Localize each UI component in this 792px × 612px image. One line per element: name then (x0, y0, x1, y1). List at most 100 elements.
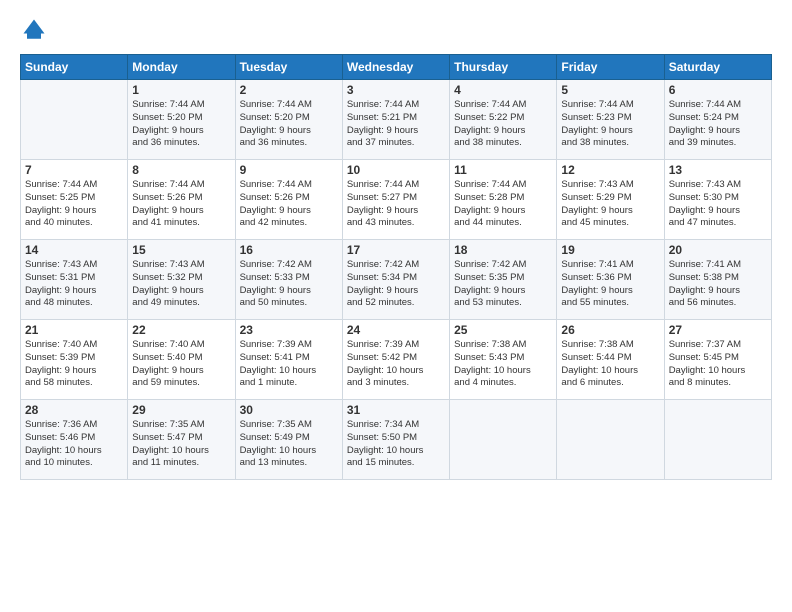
day-number: 8 (132, 163, 230, 177)
calendar-cell: 22 Sunrise: 7:40 AM Sunset: 5:40 PM Dayli… (128, 320, 235, 400)
day-number: 27 (669, 323, 767, 337)
day-number: 19 (561, 243, 659, 257)
header-day-friday: Friday (557, 55, 664, 80)
day-info: Sunrise: 7:44 AM Sunset: 5:28 PM Dayligh… (454, 179, 552, 230)
day-number: 11 (454, 163, 552, 177)
day-number: 25 (454, 323, 552, 337)
calendar-cell: 15 Sunrise: 7:43 AM Sunset: 5:32 PM Dayli… (128, 240, 235, 320)
calendar-cell: 20 Sunrise: 7:41 AM Sunset: 5:38 PM Dayli… (664, 240, 771, 320)
calendar-table: SundayMondayTuesdayWednesdayThursdayFrid… (20, 54, 772, 480)
header-day-saturday: Saturday (664, 55, 771, 80)
day-number: 30 (240, 403, 338, 417)
week-row-2: 7 Sunrise: 7:44 AM Sunset: 5:25 PM Daylig… (21, 160, 772, 240)
calendar-cell: 4 Sunrise: 7:44 AM Sunset: 5:22 PM Daylig… (450, 80, 557, 160)
logo (20, 16, 52, 44)
day-number: 3 (347, 83, 445, 97)
calendar-cell: 2 Sunrise: 7:44 AM Sunset: 5:20 PM Daylig… (235, 80, 342, 160)
day-info: Sunrise: 7:44 AM Sunset: 5:21 PM Dayligh… (347, 99, 445, 150)
day-number: 4 (454, 83, 552, 97)
logo-icon (20, 16, 48, 44)
day-number: 28 (25, 403, 123, 417)
header-row: SundayMondayTuesdayWednesdayThursdayFrid… (21, 55, 772, 80)
header-day-tuesday: Tuesday (235, 55, 342, 80)
calendar-cell: 27 Sunrise: 7:37 AM Sunset: 5:45 PM Dayli… (664, 320, 771, 400)
day-number: 20 (669, 243, 767, 257)
day-number: 13 (669, 163, 767, 177)
day-info: Sunrise: 7:41 AM Sunset: 5:36 PM Dayligh… (561, 259, 659, 310)
calendar-cell: 5 Sunrise: 7:44 AM Sunset: 5:23 PM Daylig… (557, 80, 664, 160)
calendar-cell: 8 Sunrise: 7:44 AM Sunset: 5:26 PM Daylig… (128, 160, 235, 240)
day-info: Sunrise: 7:44 AM Sunset: 5:20 PM Dayligh… (240, 99, 338, 150)
day-info: Sunrise: 7:43 AM Sunset: 5:31 PM Dayligh… (25, 259, 123, 310)
calendar-cell: 19 Sunrise: 7:41 AM Sunset: 5:36 PM Dayli… (557, 240, 664, 320)
day-number: 7 (25, 163, 123, 177)
calendar-cell: 23 Sunrise: 7:39 AM Sunset: 5:41 PM Dayli… (235, 320, 342, 400)
day-info: Sunrise: 7:43 AM Sunset: 5:32 PM Dayligh… (132, 259, 230, 310)
day-info: Sunrise: 7:44 AM Sunset: 5:27 PM Dayligh… (347, 179, 445, 230)
calendar-cell: 17 Sunrise: 7:42 AM Sunset: 5:34 PM Dayli… (342, 240, 449, 320)
calendar-cell: 3 Sunrise: 7:44 AM Sunset: 5:21 PM Daylig… (342, 80, 449, 160)
week-row-4: 21 Sunrise: 7:40 AM Sunset: 5:39 PM Dayli… (21, 320, 772, 400)
header-day-sunday: Sunday (21, 55, 128, 80)
day-info: Sunrise: 7:42 AM Sunset: 5:34 PM Dayligh… (347, 259, 445, 310)
calendar-cell: 30 Sunrise: 7:35 AM Sunset: 5:49 PM Dayli… (235, 400, 342, 480)
day-info: Sunrise: 7:39 AM Sunset: 5:41 PM Dayligh… (240, 339, 338, 390)
day-info: Sunrise: 7:44 AM Sunset: 5:23 PM Dayligh… (561, 99, 659, 150)
day-info: Sunrise: 7:44 AM Sunset: 5:24 PM Dayligh… (669, 99, 767, 150)
day-info: Sunrise: 7:44 AM Sunset: 5:25 PM Dayligh… (25, 179, 123, 230)
day-info: Sunrise: 7:42 AM Sunset: 5:35 PM Dayligh… (454, 259, 552, 310)
calendar-cell: 25 Sunrise: 7:38 AM Sunset: 5:43 PM Dayli… (450, 320, 557, 400)
day-info: Sunrise: 7:40 AM Sunset: 5:39 PM Dayligh… (25, 339, 123, 390)
day-info: Sunrise: 7:44 AM Sunset: 5:26 PM Dayligh… (240, 179, 338, 230)
day-info: Sunrise: 7:40 AM Sunset: 5:40 PM Dayligh… (132, 339, 230, 390)
day-number: 31 (347, 403, 445, 417)
calendar-cell: 21 Sunrise: 7:40 AM Sunset: 5:39 PM Dayli… (21, 320, 128, 400)
calendar-cell: 14 Sunrise: 7:43 AM Sunset: 5:31 PM Dayli… (21, 240, 128, 320)
day-info: Sunrise: 7:43 AM Sunset: 5:29 PM Dayligh… (561, 179, 659, 230)
day-info: Sunrise: 7:42 AM Sunset: 5:33 PM Dayligh… (240, 259, 338, 310)
day-number: 17 (347, 243, 445, 257)
calendar-cell: 6 Sunrise: 7:44 AM Sunset: 5:24 PM Daylig… (664, 80, 771, 160)
calendar-cell: 9 Sunrise: 7:44 AM Sunset: 5:26 PM Daylig… (235, 160, 342, 240)
day-number: 5 (561, 83, 659, 97)
day-info: Sunrise: 7:37 AM Sunset: 5:45 PM Dayligh… (669, 339, 767, 390)
calendar-cell: 16 Sunrise: 7:42 AM Sunset: 5:33 PM Dayli… (235, 240, 342, 320)
day-number: 14 (25, 243, 123, 257)
day-number: 2 (240, 83, 338, 97)
day-info: Sunrise: 7:44 AM Sunset: 5:20 PM Dayligh… (132, 99, 230, 150)
day-info: Sunrise: 7:38 AM Sunset: 5:43 PM Dayligh… (454, 339, 552, 390)
calendar-cell: 13Sunrise: 7:43 AM Sunset: 5:30 PM Dayli… (664, 160, 771, 240)
calendar-cell: 7 Sunrise: 7:44 AM Sunset: 5:25 PM Daylig… (21, 160, 128, 240)
calendar-cell (450, 400, 557, 480)
day-info: Sunrise: 7:35 AM Sunset: 5:47 PM Dayligh… (132, 419, 230, 470)
day-info: Sunrise: 7:38 AM Sunset: 5:44 PM Dayligh… (561, 339, 659, 390)
day-number: 16 (240, 243, 338, 257)
day-number: 1 (132, 83, 230, 97)
calendar-cell: 28 Sunrise: 7:36 AM Sunset: 5:46 PM Dayli… (21, 400, 128, 480)
week-row-1: 1 Sunrise: 7:44 AM Sunset: 5:20 PM Daylig… (21, 80, 772, 160)
day-info: Sunrise: 7:44 AM Sunset: 5:22 PM Dayligh… (454, 99, 552, 150)
day-number: 15 (132, 243, 230, 257)
day-info: Sunrise: 7:35 AM Sunset: 5:49 PM Dayligh… (240, 419, 338, 470)
day-info: Sunrise: 7:34 AM Sunset: 5:50 PM Dayligh… (347, 419, 445, 470)
calendar-cell: 26Sunrise: 7:38 AM Sunset: 5:44 PM Dayli… (557, 320, 664, 400)
calendar-cell (557, 400, 664, 480)
day-info: Sunrise: 7:36 AM Sunset: 5:46 PM Dayligh… (25, 419, 123, 470)
day-number: 21 (25, 323, 123, 337)
calendar-cell: 12 Sunrise: 7:43 AM Sunset: 5:29 PM Dayli… (557, 160, 664, 240)
week-row-5: 28 Sunrise: 7:36 AM Sunset: 5:46 PM Dayli… (21, 400, 772, 480)
day-number: 6 (669, 83, 767, 97)
day-info: Sunrise: 7:44 AM Sunset: 5:26 PM Dayligh… (132, 179, 230, 230)
day-number: 23 (240, 323, 338, 337)
day-info: Sunrise: 7:41 AM Sunset: 5:38 PM Dayligh… (669, 259, 767, 310)
day-number: 22 (132, 323, 230, 337)
header-day-wednesday: Wednesday (342, 55, 449, 80)
day-number: 9 (240, 163, 338, 177)
day-info: Sunrise: 7:39 AM Sunset: 5:42 PM Dayligh… (347, 339, 445, 390)
calendar-cell: 10Sunrise: 7:44 AM Sunset: 5:27 PM Dayli… (342, 160, 449, 240)
header-day-monday: Monday (128, 55, 235, 80)
day-number: 12 (561, 163, 659, 177)
page: SundayMondayTuesdayWednesdayThursdayFrid… (0, 0, 792, 612)
day-number: 18 (454, 243, 552, 257)
calendar-cell: 11 Sunrise: 7:44 AM Sunset: 5:28 PM Dayli… (450, 160, 557, 240)
